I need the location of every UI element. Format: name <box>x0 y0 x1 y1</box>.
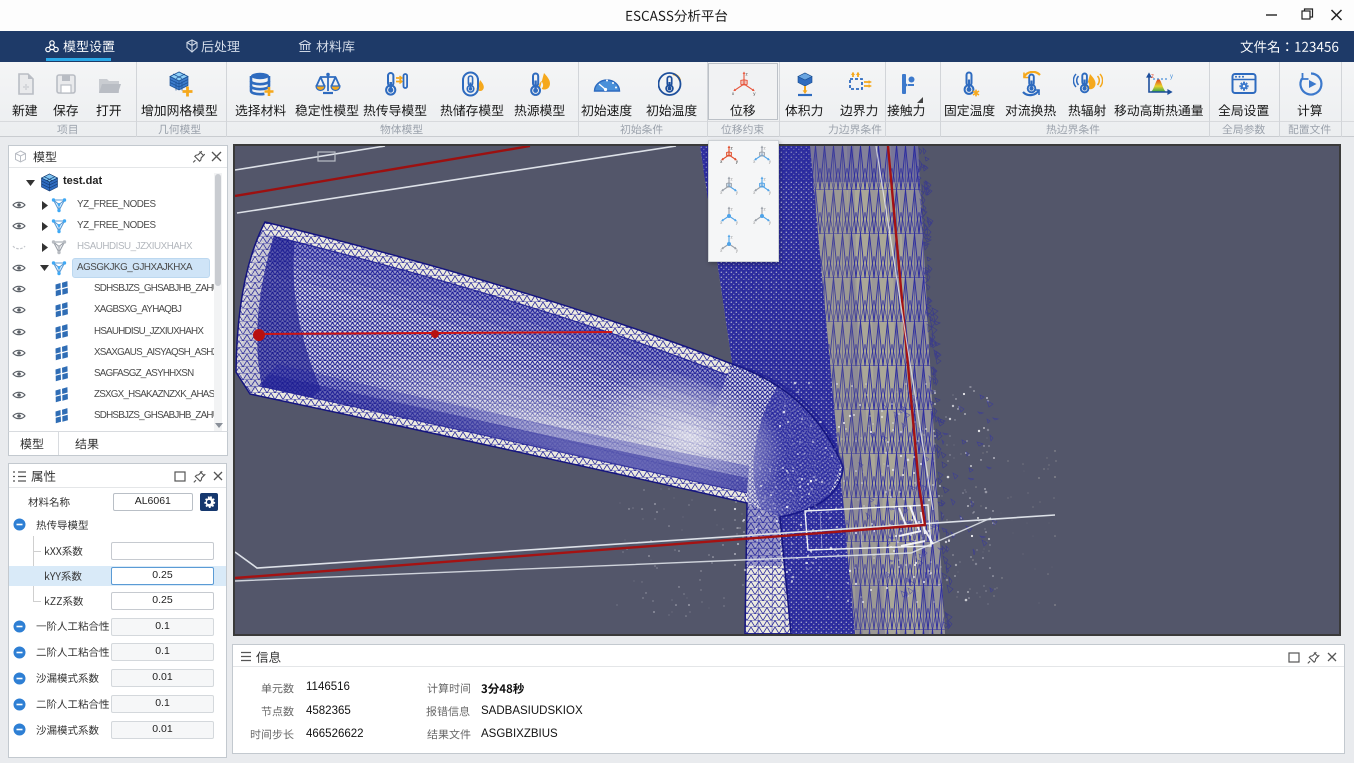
svg-text:y: y <box>768 220 771 225</box>
svg-text:z: z <box>745 72 748 77</box>
svg-text:y: y <box>735 220 738 225</box>
svg-text:z: z <box>730 146 733 151</box>
svg-text:z: z <box>730 177 733 182</box>
svg-text:y: y <box>768 159 771 164</box>
svg-text:z: z <box>763 207 766 212</box>
svg-text:z: z <box>1151 74 1154 80</box>
svg-text:y: y <box>735 159 738 164</box>
svg-text:z: z <box>730 235 733 240</box>
svg-text:y: y <box>735 190 738 195</box>
svg-text:z: z <box>730 207 733 212</box>
svg-text:y: y <box>768 190 771 195</box>
svg-text:x: x <box>731 91 734 96</box>
svg-text:z: z <box>763 146 766 151</box>
svg-text:y: y <box>735 248 738 253</box>
svg-text:z: z <box>763 177 766 182</box>
svg-text:y: y <box>753 91 756 96</box>
svg-text:y: y <box>1170 74 1173 80</box>
